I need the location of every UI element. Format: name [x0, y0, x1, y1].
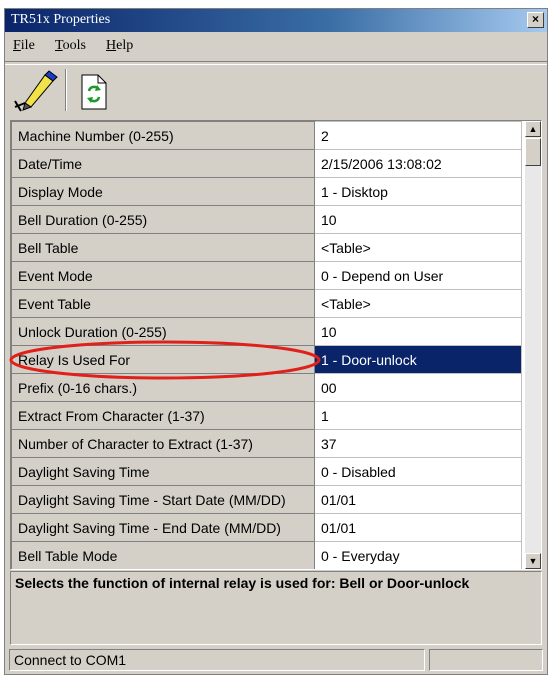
status-connection: Connect to COM1: [14, 652, 127, 668]
refresh-document-icon: [81, 74, 107, 110]
vertical-scrollbar[interactable]: ▲ ▼: [525, 121, 541, 569]
property-value[interactable]: <Table>: [314, 233, 522, 262]
toolbar-separator: [5, 61, 547, 65]
property-row[interactable]: Bell Table <Table>: [11, 233, 522, 262]
property-name[interactable]: Prefix (0-16 chars.): [11, 373, 315, 402]
title-bar[interactable]: TR51x Properties ×: [5, 9, 547, 32]
property-value[interactable]: 0 - Depend on User: [314, 261, 522, 290]
property-row[interactable]: Display Mode 1 - Disktop: [11, 177, 522, 206]
property-row[interactable]: Bell Table Mode 0 - Everyday: [11, 541, 522, 569]
menu-file[interactable]: File: [13, 38, 35, 54]
status-bar-main: Connect to COM1: [9, 649, 425, 671]
property-value[interactable]: 01/01: [314, 513, 522, 542]
property-row[interactable]: Relay Is Used For 1 - Door-unlock: [11, 345, 522, 374]
menu-help[interactable]: Help: [106, 38, 133, 54]
property-name[interactable]: Date/Time: [11, 149, 315, 178]
property-value[interactable]: 1 - Door-unlock: [314, 345, 522, 374]
property-row[interactable]: Event Table <Table>: [11, 289, 522, 318]
property-row[interactable]: Number of Character to Extract (1-37) 37: [11, 429, 522, 458]
property-name[interactable]: Bell Table Mode: [11, 541, 315, 569]
property-row[interactable]: Bell Duration (0-255) 10: [11, 205, 522, 234]
menu-file-accel: F: [13, 38, 21, 53]
property-row[interactable]: Unlock Duration (0-255) 10: [11, 317, 522, 346]
property-value[interactable]: 01/01: [314, 485, 522, 514]
properties-window: TR51x Properties × File Tools Help Machi…: [4, 8, 548, 675]
property-value[interactable]: 1: [314, 401, 522, 430]
close-button[interactable]: ×: [527, 12, 544, 28]
property-row[interactable]: Prefix (0-16 chars.) 00: [11, 373, 522, 402]
write-button[interactable]: [11, 69, 59, 113]
property-name[interactable]: Bell Table: [11, 233, 315, 262]
property-value[interactable]: 37: [314, 429, 522, 458]
property-row[interactable]: Daylight Saving Time - Start Date (MM/DD…: [11, 485, 522, 514]
property-row[interactable]: Daylight Saving Time - End Date (MM/DD) 0…: [11, 513, 522, 542]
status-bar-secondary: [429, 649, 543, 671]
menu-help-label: elp: [116, 38, 134, 53]
property-row[interactable]: Extract From Character (1-37) 1: [11, 401, 522, 430]
property-name[interactable]: Daylight Saving Time: [11, 457, 315, 486]
property-name[interactable]: Bell Duration (0-255): [11, 205, 315, 234]
property-value[interactable]: 0 - Disabled: [314, 457, 522, 486]
property-name[interactable]: Machine Number (0-255): [11, 121, 315, 150]
property-name[interactable]: Unlock Duration (0-255): [11, 317, 315, 346]
menu-tools[interactable]: Tools: [55, 38, 86, 54]
scroll-up-button[interactable]: ▲: [525, 121, 541, 137]
description-text: Selects the function of internal relay i…: [15, 575, 470, 591]
property-row[interactable]: Date/Time 2/15/2006 13:08:02: [11, 149, 522, 178]
toolbar-divider: [65, 69, 67, 111]
property-table: Machine Number (0-255) 2 Date/Time 2/15/200…: [11, 121, 522, 569]
pen-writing-icon: [14, 70, 58, 112]
property-name[interactable]: Relay Is Used For: [11, 345, 315, 374]
refresh-button[interactable]: [79, 69, 109, 113]
property-value[interactable]: 10: [314, 317, 522, 346]
description-panel: Selects the function of internal relay i…: [10, 571, 542, 645]
property-name[interactable]: Event Mode: [11, 261, 315, 290]
menu-tools-accel: T: [55, 38, 63, 53]
property-value[interactable]: 1 - Disktop: [314, 177, 522, 206]
property-row[interactable]: Daylight Saving Time 0 - Disabled: [11, 457, 522, 486]
property-value[interactable]: <Table>: [314, 289, 522, 318]
property-value[interactable]: 00: [314, 373, 522, 402]
menu-tools-label: ools: [62, 38, 86, 53]
property-row[interactable]: Event Mode 0 - Depend on User: [11, 261, 522, 290]
scroll-thumb[interactable]: [525, 138, 541, 166]
window-title: TR51x Properties: [11, 12, 111, 27]
property-name[interactable]: Display Mode: [11, 177, 315, 206]
property-value[interactable]: 2: [314, 121, 522, 150]
property-name[interactable]: Event Table: [11, 289, 315, 318]
menu-help-accel: H: [106, 38, 117, 53]
property-value[interactable]: 0 - Everyday: [314, 541, 522, 569]
property-name[interactable]: Number of Character to Extract (1-37): [11, 429, 315, 458]
property-name[interactable]: Extract From Character (1-37): [11, 401, 315, 430]
property-name[interactable]: Daylight Saving Time - Start Date (MM/DD…: [11, 485, 315, 514]
property-value[interactable]: 10: [314, 205, 522, 234]
scroll-down-button[interactable]: ▼: [525, 553, 541, 569]
property-name[interactable]: Daylight Saving Time - End Date (MM/DD): [11, 513, 315, 542]
property-value[interactable]: 2/15/2006 13:08:02: [314, 149, 522, 178]
property-row[interactable]: Machine Number (0-255) 2: [11, 121, 522, 150]
property-grid: Machine Number (0-255) 2 Date/Time 2/15/200…: [10, 120, 542, 570]
menu-file-label: ile: [20, 38, 35, 53]
